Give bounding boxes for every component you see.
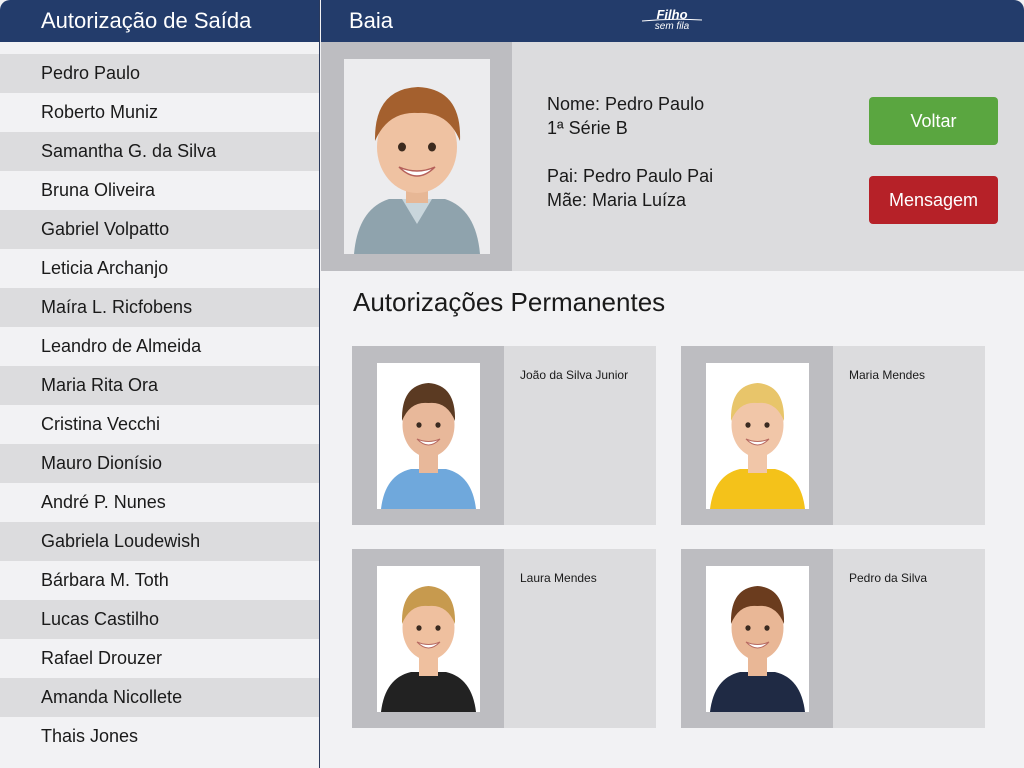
person-name: Maria Mendes: [849, 368, 926, 382]
app-logo: Filho sem fila: [639, 8, 705, 34]
sidebar-item-student[interactable]: Maria Rita Ora: [0, 366, 319, 405]
section-title: Autorizações Permanentes: [353, 287, 666, 317]
person-photo-frame: [681, 346, 833, 525]
person-name: Pedro da Silva: [849, 571, 928, 585]
student-name: Nome: Pedro Paulo: [547, 94, 705, 114]
person-name: Laura Mendes: [520, 571, 597, 585]
person-portrait-icon: [706, 566, 809, 712]
sidebar-item-student[interactable]: Rafael Drouzer: [0, 639, 319, 678]
page-title: Baia: [349, 8, 394, 33]
person-photo: [706, 363, 809, 509]
sidebar-item-student[interactable]: Thais Jones: [0, 717, 319, 756]
sidebar-item-student[interactable]: Amanda Nicollete: [0, 678, 319, 717]
person-portrait-icon: [377, 566, 480, 712]
sidebar-item-student[interactable]: Leandro de Almeida: [0, 327, 319, 366]
person-photo-frame: [681, 549, 833, 728]
student-sidebar: Autorização de Saída Pedro Paulo Roberto …: [0, 0, 320, 768]
sidebar-item-student[interactable]: Bruna Oliveira: [0, 171, 319, 210]
person-photo-frame: [352, 346, 504, 525]
student-grade: 1ª Série B: [547, 118, 628, 138]
student-photo-frame: [321, 42, 512, 271]
person-photo: [377, 566, 480, 712]
sidebar-item-student[interactable]: André P. Nunes: [0, 483, 319, 522]
sidebar-item-student[interactable]: Lucas Castilho: [0, 600, 319, 639]
sidebar-item-student[interactable]: Leticia Archanjo: [0, 249, 319, 288]
student-father: Pai: Pedro Paulo Pai: [547, 166, 714, 186]
sidebar-item-student[interactable]: Cristina Vecchi: [0, 405, 319, 444]
student-mother: Mãe: Maria Luíza: [547, 190, 687, 210]
person-name: João da Silva Junior: [520, 368, 629, 382]
authorized-person-card[interactable]: Maria Mendes: [681, 346, 985, 525]
person-photo: [706, 566, 809, 712]
sidebar-item-student[interactable]: Samantha G. da Silva: [0, 132, 319, 171]
person-portrait-icon: [706, 363, 809, 509]
back-button[interactable]: Voltar: [869, 97, 998, 145]
logo-swoosh-icon: [641, 18, 703, 22]
authorized-person-card[interactable]: Pedro da Silva: [681, 549, 985, 728]
sidebar-item-student[interactable]: Pedro Paulo: [0, 54, 319, 93]
authorized-person-card[interactable]: João da Silva Junior: [352, 346, 656, 525]
sidebar-title: Autorização de Saída: [0, 0, 319, 42]
sidebar-item-student[interactable]: Gabriela Loudewish: [0, 522, 319, 561]
person-photo-frame: [352, 549, 504, 728]
student-info: Nome: Pedro Paulo 1ª Série B Pai: Pedro …: [547, 92, 713, 212]
sidebar-item-student[interactable]: Bárbara M. Toth: [0, 561, 319, 600]
top-bar: Baia Filho sem fila: [321, 0, 1024, 42]
message-button[interactable]: Mensagem: [869, 176, 998, 224]
student-photo: [344, 59, 490, 254]
person-portrait-icon: [377, 363, 480, 509]
authorized-person-card[interactable]: Laura Mendes: [352, 549, 656, 728]
student-list: Pedro Paulo Roberto Muniz Samantha G. da S…: [0, 54, 319, 756]
student-detail-panel: Nome: Pedro Paulo 1ª Série B Pai: Pedro …: [321, 42, 1024, 271]
person-photo: [377, 363, 480, 509]
sidebar-item-student[interactable]: Gabriel Volpatto: [0, 210, 319, 249]
sidebar-item-student[interactable]: Maíra L. Ricfobens: [0, 288, 319, 327]
sidebar-item-student[interactable]: Mauro Dionísio: [0, 444, 319, 483]
child-portrait-icon: [344, 59, 490, 254]
sidebar-item-student[interactable]: Roberto Muniz: [0, 93, 319, 132]
